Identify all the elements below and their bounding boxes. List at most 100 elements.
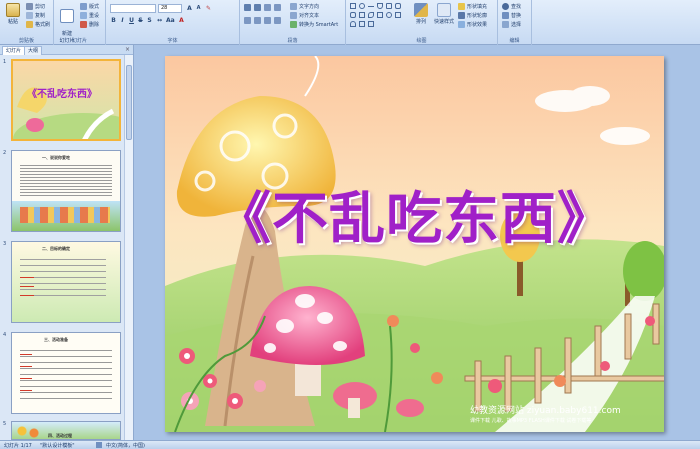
arrange-button[interactable]: 排列 xyxy=(410,3,432,25)
status-bar: 幻灯片 1/17 "默认设计模板" 中文(简体，中国) xyxy=(0,440,700,449)
find-label: 查找 xyxy=(511,4,522,10)
replace-button[interactable]: 替换 xyxy=(502,12,521,19)
shapes-gallery[interactable] xyxy=(350,3,408,33)
polygon-shape-icon[interactable] xyxy=(359,21,365,27)
grow-font-icon[interactable]: A xyxy=(186,5,193,12)
text-direction-button[interactable]: 文字方向 xyxy=(290,3,319,10)
align-right-icon[interactable] xyxy=(264,17,271,24)
bullets-icon[interactable] xyxy=(244,4,251,11)
spellcheck-icon[interactable] xyxy=(96,442,102,448)
slide-thumbnail-4[interactable]: 三、活动准备 xyxy=(11,332,121,414)
align-center-icon[interactable] xyxy=(254,17,261,24)
italic-icon[interactable]: I xyxy=(119,17,126,24)
tab-outline[interactable]: 大纲 xyxy=(24,46,43,55)
oval-shape-icon[interactable] xyxy=(359,3,365,9)
paste-label: 粘贴 xyxy=(7,19,18,25)
close-icon[interactable]: × xyxy=(125,46,130,53)
slide-editing-area: 《不乱吃东西》 幼教资源网站 ziyuan.baby611.com 课件下载 儿… xyxy=(134,45,700,440)
align-left-icon[interactable] xyxy=(244,17,251,24)
copy-label: 复制 xyxy=(35,13,46,19)
shape-effects-button[interactable]: 形状效果 xyxy=(458,21,487,28)
clipboard-group-label: 剪贴板 xyxy=(18,38,34,44)
select-button[interactable]: 选择 xyxy=(502,21,521,28)
paint-bucket-icon xyxy=(458,3,465,10)
increase-indent-icon[interactable] xyxy=(274,4,281,11)
delete-slide-button[interactable]: 删除 xyxy=(80,21,99,28)
thumbnail-text-block xyxy=(20,163,112,197)
replace-label: 替换 xyxy=(511,13,522,19)
brace-shape-icon[interactable] xyxy=(359,12,365,18)
binoculars-icon xyxy=(502,3,509,10)
new-slide-icon xyxy=(60,9,74,23)
smartart-button[interactable]: 转换为 SmartArt xyxy=(290,21,338,28)
shape-outline-button[interactable]: 形状轮廓 xyxy=(458,12,487,19)
reset-button[interactable]: 重设 xyxy=(80,12,99,19)
text-direction-icon xyxy=(290,3,297,10)
shadow-icon[interactable]: S xyxy=(146,17,153,24)
slide-thumbnail-2[interactable]: 一、说说你爱吃 xyxy=(11,150,121,232)
quick-styles-label: 快速样式 xyxy=(433,19,454,25)
slide-thumbnail-1[interactable]: 《不乱吃东西》 xyxy=(11,59,121,141)
current-slide[interactable]: 《不乱吃东西》 幼教资源网站 ziyuan.baby611.com 课件下载 儿… xyxy=(165,56,664,432)
line-shape-icon[interactable] xyxy=(368,6,374,7)
callout-shape-icon[interactable] xyxy=(350,12,356,18)
slide-title[interactable]: 《不乱吃东西》 xyxy=(165,174,664,255)
shape-fill-button[interactable]: 形状填充 xyxy=(458,3,487,10)
align-text-icon xyxy=(290,12,297,19)
bracket-shape-icon[interactable] xyxy=(377,12,383,18)
underline-icon[interactable]: U xyxy=(128,17,135,24)
copy-button[interactable]: 复制 xyxy=(26,12,45,19)
reset-icon xyxy=(80,12,87,19)
thumbnail-text-block xyxy=(20,347,112,399)
arc-shape-icon[interactable] xyxy=(350,21,356,27)
align-text-button[interactable]: 对齐文本 xyxy=(290,12,319,19)
shrink-font-icon[interactable]: A xyxy=(195,5,202,12)
slide-thumbnail-3[interactable]: 二、目标的确定 xyxy=(11,241,121,323)
triangle-shape-icon[interactable] xyxy=(377,3,383,9)
font-size-dropdown[interactable]: 28 xyxy=(158,4,182,13)
change-case-icon[interactable]: Aa xyxy=(166,17,175,24)
ribbon: 粘贴 剪切 复制 格式刷 剪贴板 新建 幻灯片 版式 重设 删除 幻灯片 28 … xyxy=(0,0,700,45)
rectangle-shape-icon[interactable] xyxy=(350,3,356,9)
font-size-value: 28 xyxy=(161,5,168,11)
justify-icon[interactable] xyxy=(274,17,281,24)
cut-button[interactable]: 剪切 xyxy=(26,3,45,10)
slides-group: 新建 幻灯片 版式 重设 删除 幻灯片 xyxy=(54,0,106,45)
panel-tabs: 幻灯片 大纲 × xyxy=(0,45,133,55)
more-shapes-icon[interactable] xyxy=(395,12,401,18)
paste-button[interactable]: 粘贴 xyxy=(2,3,24,25)
reset-label: 重设 xyxy=(89,13,100,19)
format-painter-button[interactable]: 格式刷 xyxy=(26,21,50,28)
font-group-label: 字体 xyxy=(167,38,178,44)
font-color-icon[interactable]: A xyxy=(178,17,185,24)
theme-name: "默认设计模板" xyxy=(40,443,75,449)
decrease-indent-icon[interactable] xyxy=(264,4,271,11)
numbering-icon[interactable] xyxy=(254,4,261,11)
scrollbar-thumb[interactable] xyxy=(126,65,132,140)
shape-outline-label: 形状轮廓 xyxy=(467,13,488,19)
font-family-dropdown[interactable] xyxy=(110,4,156,13)
heart-shape-icon[interactable] xyxy=(386,12,392,18)
quick-styles-button[interactable]: 快速样式 xyxy=(432,3,456,25)
paragraph-group-label: 段落 xyxy=(287,38,298,44)
editing-group: 查找 替换 选择 编辑 xyxy=(498,0,532,45)
slides-panel: 幻灯片 大纲 × 1 《不乱吃东西》 2 一、说说你爱吃 3 二、目标的确定 4… xyxy=(0,45,134,440)
tab-slides[interactable]: 幻灯片 xyxy=(2,46,26,55)
textbox-shape-icon[interactable] xyxy=(368,21,374,27)
bold-icon[interactable]: B xyxy=(110,17,117,24)
language-label[interactable]: 中文(简体，中国) xyxy=(106,442,145,449)
layout-button[interactable]: 版式 xyxy=(80,3,99,10)
slide-thumbnail-5[interactable]: 四、活动过程 xyxy=(11,421,121,440)
clear-format-icon[interactable]: ✎ xyxy=(205,5,212,12)
star-shape-icon[interactable] xyxy=(395,3,401,9)
strikethrough-icon[interactable]: S xyxy=(137,17,144,24)
curve-shape-icon[interactable] xyxy=(368,12,374,18)
thumbnail-number: 1 xyxy=(3,59,7,65)
drawing-group-label: 绘图 xyxy=(416,38,427,44)
thumbnail-scrollbar[interactable] xyxy=(124,55,133,440)
find-button[interactable]: 查找 xyxy=(502,3,521,10)
arrow-shape-icon[interactable] xyxy=(386,3,392,9)
shape-effects-label: 形状效果 xyxy=(467,22,488,28)
thumbnail-number: 4 xyxy=(3,332,7,338)
spacing-icon[interactable]: ↔ xyxy=(156,17,163,24)
